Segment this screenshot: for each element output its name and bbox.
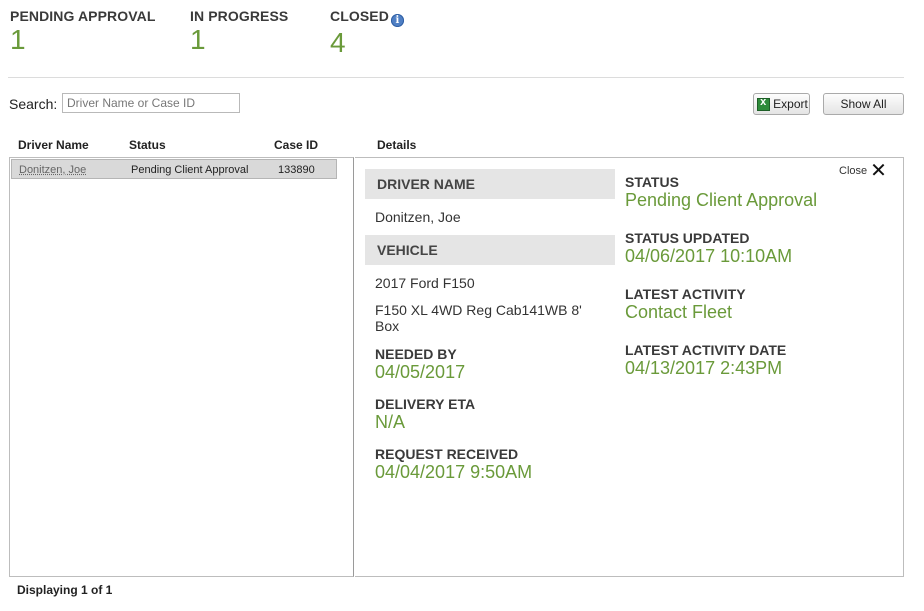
vehicle-section-header: VEHICLE	[365, 235, 615, 265]
case-list-panel: Donitzen, Joe Pending Client Approval 13…	[9, 157, 354, 577]
stat-label: CLOSED	[330, 8, 389, 24]
info-icon[interactable]: i	[390, 14, 404, 27]
status-updated-label: STATUS UPDATED	[625, 230, 750, 246]
row-case-id: 133890	[278, 164, 315, 176]
delivery-eta-value: N/A	[375, 412, 406, 432]
stat-value: 1	[190, 24, 206, 55]
request-received-label: REQUEST RECEIVED	[375, 446, 519, 462]
driver-name-value: Donitzen, Joe	[375, 209, 461, 225]
column-header-status[interactable]: Status	[129, 138, 166, 152]
stat-value: 4	[330, 27, 346, 58]
stat-in-progress: IN PROGRESS 1	[190, 8, 288, 55]
request-received-value: 04/04/2017 9:50AM	[375, 462, 533, 482]
needed-by-value: 04/05/2017	[375, 362, 466, 382]
search-label: Search:	[9, 96, 58, 112]
stat-label: PENDING APPROVAL	[10, 8, 156, 24]
column-header-case-id[interactable]: Case ID	[274, 138, 318, 152]
vehicle-description: F150 XL 4WD Reg Cab141WB 8' Box	[375, 302, 582, 334]
driver-name-section-header: DRIVER NAME	[365, 169, 615, 199]
stat-value: 1	[10, 24, 26, 55]
delivery-eta-label: DELIVERY ETA	[375, 396, 476, 412]
export-button[interactable]: Export	[753, 93, 810, 115]
stat-label-row: CLOSED i	[330, 8, 404, 27]
table-row[interactable]: Donitzen, Joe Pending Client Approval 13…	[11, 159, 337, 179]
pagination-status: Displaying 1 of 1	[17, 583, 113, 597]
stat-closed: CLOSED i 4	[330, 8, 404, 58]
vehicle-model: 2017 Ford F150	[375, 275, 475, 291]
export-label: Export	[773, 97, 808, 111]
column-header-details: Details	[377, 138, 417, 152]
status-updated-value: 04/06/2017 10:10AM	[625, 246, 793, 266]
search-input[interactable]	[62, 93, 240, 113]
close-button[interactable]: Close ✕	[839, 160, 887, 182]
close-icon: ✕	[870, 160, 887, 182]
status-label: STATUS	[625, 174, 679, 190]
needed-by-label: NEEDED BY	[375, 346, 457, 362]
latest-activity-date-value: 04/13/2017 2:43PM	[625, 358, 783, 378]
excel-icon	[757, 96, 771, 111]
close-label: Close	[839, 165, 868, 177]
latest-activity-value: Contact Fleet	[625, 302, 733, 322]
column-header-driver-name[interactable]: Driver Name	[18, 138, 89, 152]
latest-activity-date-label: LATEST ACTIVITY DATE	[625, 342, 787, 358]
latest-activity-label: LATEST ACTIVITY	[625, 286, 746, 302]
status-value: Pending Client Approval	[625, 190, 818, 210]
show-all-button[interactable]: Show All	[823, 93, 904, 115]
stat-pending-approval: PENDING APPROVAL 1	[10, 8, 156, 55]
stat-label: IN PROGRESS	[190, 8, 289, 24]
row-status: Pending Client Approval	[131, 164, 249, 176]
divider	[8, 77, 904, 78]
driver-name-link[interactable]: Donitzen, Joe	[19, 164, 86, 176]
